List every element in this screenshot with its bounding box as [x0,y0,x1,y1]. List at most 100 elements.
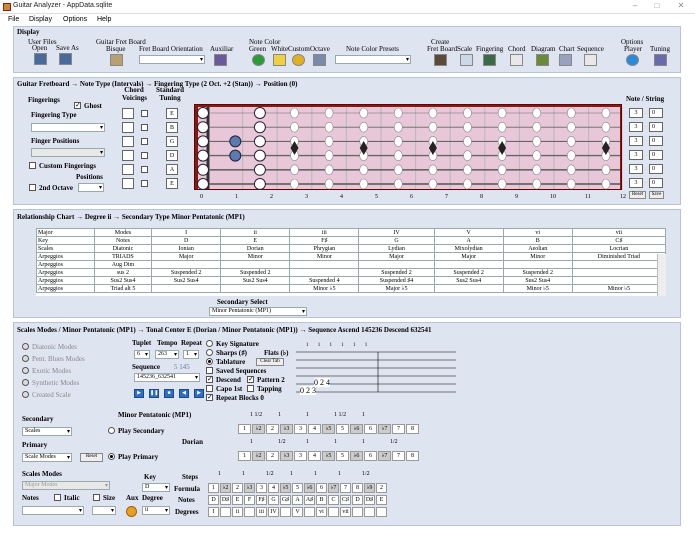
secondary-formula-cell[interactable]: 3 [294,424,307,434]
secondary-formula-cell[interactable]: ♭6 [350,424,363,434]
menu-file[interactable]: File [8,16,19,23]
relationship-row[interactable]: Arpeggios sus 2 Suspended 2 Suspended 2 Susp… [36,268,666,277]
note-value-box[interactable]: 3 [629,178,643,188]
ghost-checkbox[interactable] [74,101,81,109]
voicing-box[interactable] [122,122,134,133]
voicing-box[interactable] [122,136,134,147]
relationship-cell[interactable]: Major [151,252,222,261]
play-icon[interactable]: ▶ [134,389,144,398]
relationship-cell[interactable]: Minor [289,252,360,261]
relationship-cell[interactable]: Suspended 2 [220,268,291,277]
fretboard-note[interactable] [253,121,266,134]
secondary-formula-cell[interactable]: 5 [336,424,349,434]
note-value-box[interactable]: 3 [629,136,643,146]
relationship-row[interactable]: Arpeggios Sus2 Sus4 Sus2 Sus4 Sus2 Sus4 Susp… [36,276,666,285]
relationship-cell[interactable] [433,284,504,293]
green-note-button[interactable] [252,54,265,66]
formula-cell[interactable]: 5 [292,483,303,493]
fingering-type-select[interactable] [31,123,105,132]
primary-formula-cell[interactable]: 5 [336,451,349,461]
note-cell[interactable]: G [268,495,279,505]
voicing-box[interactable] [122,108,134,119]
relationship-row[interactable]: Arpeggios TRIADS Major Minor Minor Major Major… [36,252,666,261]
previous-icon[interactable]: ◀ [179,389,189,398]
relationship-cell[interactable]: Suspended 2 [502,268,573,277]
play-secondary-radio[interactable] [108,427,115,434]
primary-formula-cell[interactable]: 1 [238,451,251,461]
secondary-scales-select[interactable]: Scales [22,427,72,436]
finger-positions-select[interactable] [31,148,105,157]
white-note-button[interactable] [273,54,286,66]
option-pattern2-control[interactable] [247,375,254,383]
create-scale-button[interactable] [460,54,473,66]
relationship-row[interactable]: Arpeggios Aug Dim [36,260,666,269]
degree-cell[interactable]: vi [316,507,327,517]
formula-cell[interactable]: 8 [352,483,363,493]
fretboard-note[interactable] [253,107,266,119]
fretboard-note[interactable] [197,178,209,190]
option-sharps-control[interactable] [206,349,213,356]
string-value-box[interactable]: 0 [649,136,663,146]
voicing-checkbox[interactable] [141,124,148,131]
primary-formula-cell[interactable]: 7 [392,451,405,461]
relationship-cell[interactable]: Minor [220,252,291,261]
voicing-checkbox[interactable] [141,110,148,117]
option-tablature-control[interactable] [206,358,213,365]
size-select[interactable] [92,506,116,515]
relationship-cell[interactable]: Arpeggios [36,268,95,277]
sequence-select[interactable]: 145236_632541 [134,373,200,382]
open-icon[interactable] [34,53,47,65]
relationship-cell[interactable]: Minor ♭5 [502,284,573,293]
relationship-cell[interactable] [151,260,222,269]
voicing-checkbox[interactable] [141,152,148,159]
relationship-cell[interactable]: Sus2 Sus4 [502,276,573,285]
string-value-box[interactable]: 0 [649,150,663,160]
voicing-box[interactable] [122,178,134,189]
fretboard-note[interactable] [229,135,242,148]
note-cell[interactable]: B [316,495,327,505]
note-cell[interactable]: A♯ [304,495,315,505]
degree-cell[interactable] [364,507,375,517]
formula-cell[interactable]: 4 [268,483,279,493]
option-key-signature-control[interactable] [206,340,213,347]
tuning-string-box[interactable]: E [166,108,178,119]
degree-cell[interactable] [352,507,363,517]
relationship-cell[interactable]: Diminished Triad [571,252,666,261]
relationship-cell[interactable]: Major ♭5 [358,284,435,293]
menu-options[interactable]: Options [63,16,87,23]
formula-cell[interactable]: ♭9 [364,483,375,493]
degree-cell[interactable]: IV [268,507,279,517]
degree-cell[interactable]: I [208,507,219,517]
degree-cell[interactable] [220,507,231,517]
degree-cell[interactable] [304,507,315,517]
fretboard-note[interactable] [253,149,266,162]
formula-cell[interactable]: ♭5 [280,483,291,493]
fretboard-note[interactable] [197,163,209,176]
secondary-select[interactable]: Minor Pentatonic (MP1) [209,307,307,316]
relationship-cell[interactable]: Triad alt 5 [93,284,153,293]
note-cell[interactable]: D♯ [364,495,375,505]
create-fretboard-button[interactable] [434,54,447,66]
save-button[interactable]: Save [649,191,664,199]
formula-cell[interactable]: ♭3 [244,483,255,493]
degree-cell[interactable]: V [292,507,303,517]
degree-select[interactable]: ii [142,506,170,515]
fretboard-note[interactable] [197,135,209,148]
relationship-cell[interactable] [151,284,222,293]
auxiliar-button[interactable] [214,54,227,66]
degree-cell[interactable] [376,507,387,517]
note-cell[interactable]: F♯ [256,495,267,505]
mode-type-radio[interactable] [22,355,29,362]
close-button[interactable]: ✕ [674,1,688,12]
note-cell[interactable]: C♯ [340,495,351,505]
secondary-formula-cell[interactable]: 2 [266,424,279,434]
tempo-spinner[interactable]: 263 [155,350,179,359]
relationship-cell[interactable]: Major [358,252,435,261]
relationship-cell[interactable]: Minor ♭5 [289,284,360,293]
relationship-cell[interactable] [358,260,435,269]
string-value-box[interactable]: 0 [649,122,663,132]
primary-formula-cell[interactable]: ♭5 [322,451,335,461]
orientation-select[interactable] [139,55,205,64]
relationship-cell[interactable]: Arpeggios [36,284,95,293]
create-chart-button[interactable] [559,54,572,66]
